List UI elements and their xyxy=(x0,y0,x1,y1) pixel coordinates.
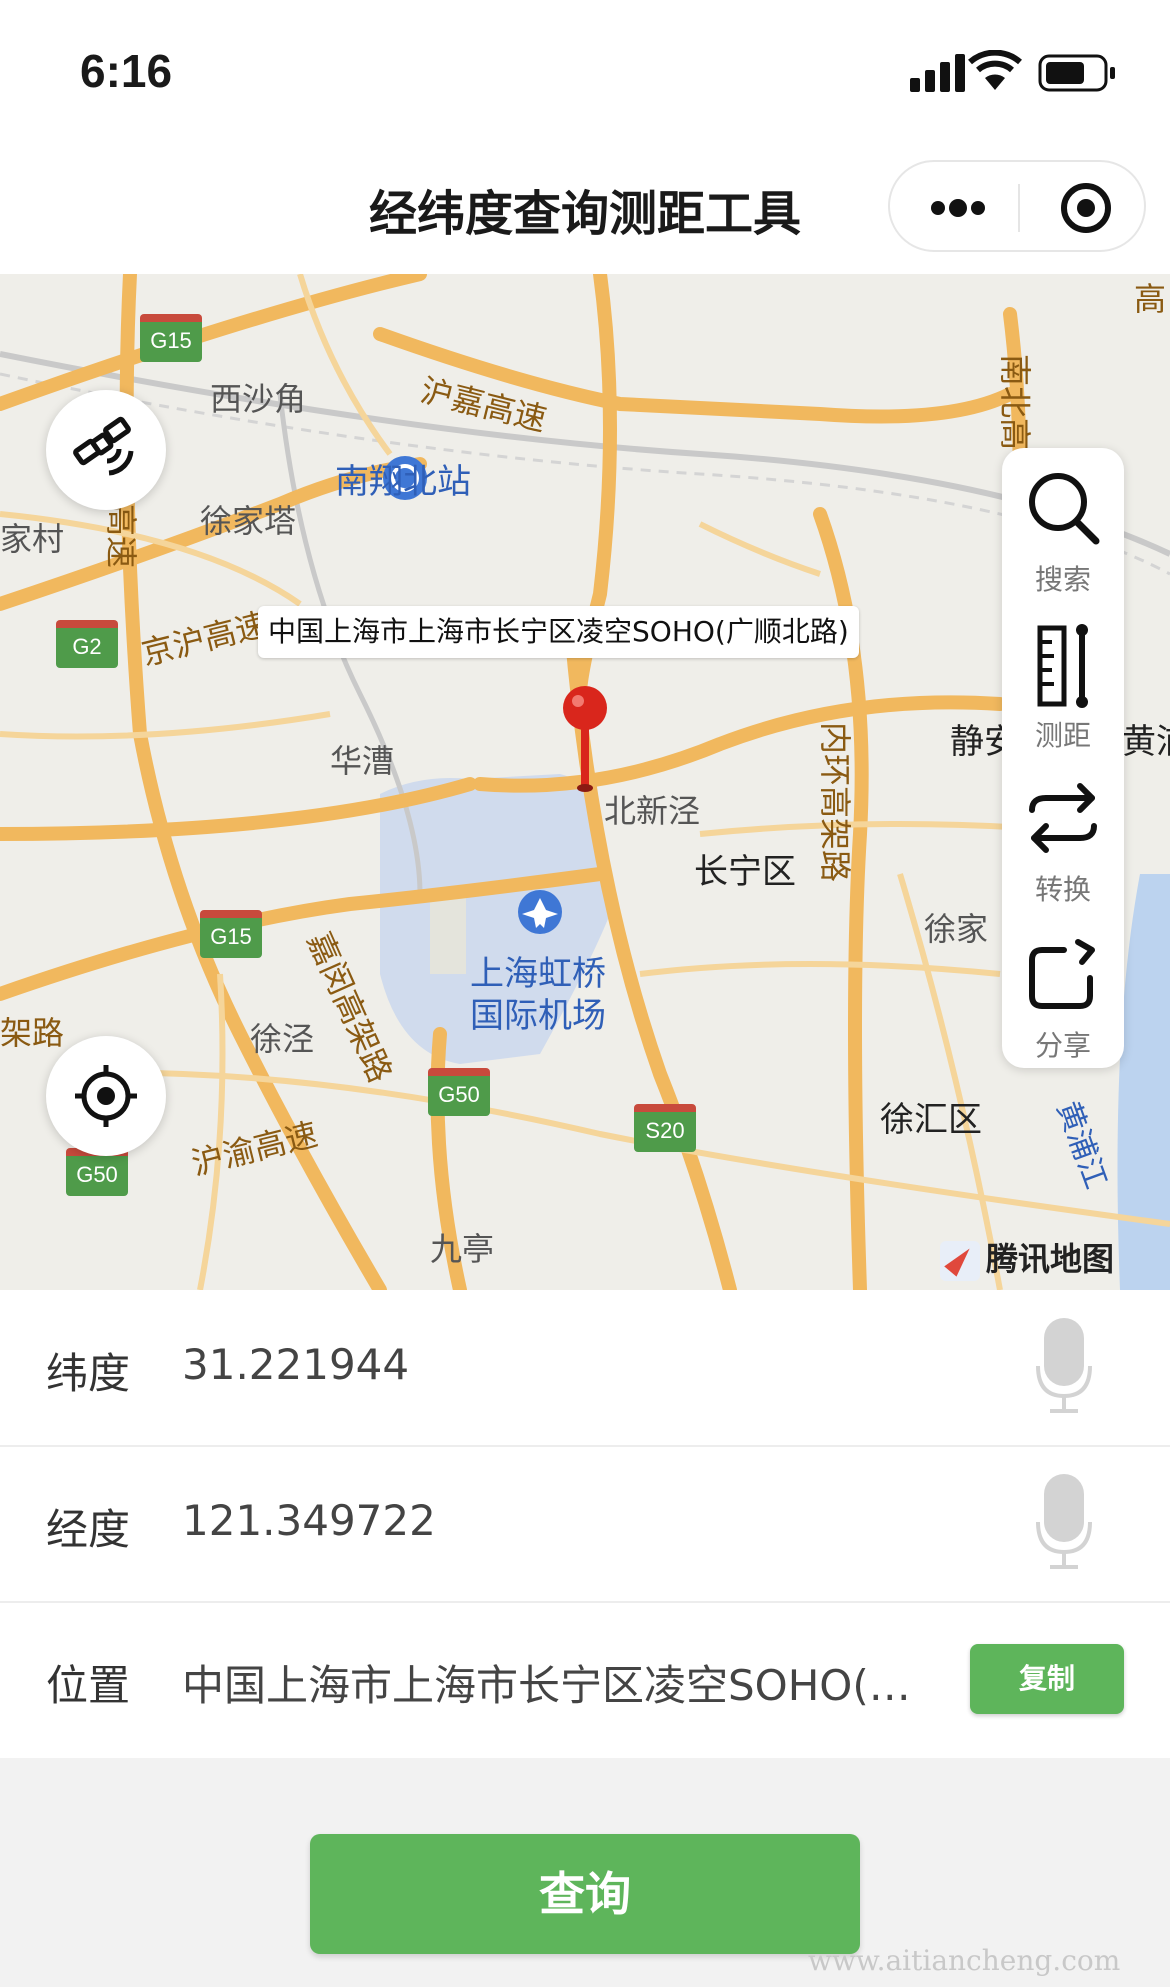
microphone-icon[interactable] xyxy=(1036,1474,1092,1570)
road-label: 高 xyxy=(1134,280,1167,318)
road-label: 南北高 xyxy=(996,354,1034,451)
map-label: 徐家塔 xyxy=(200,502,297,540)
highway-shield: G50 xyxy=(428,1068,490,1116)
latitude-row: 纬度 31.221944 xyxy=(0,1290,1170,1447)
share-tool[interactable]: 分享 xyxy=(1002,924,1124,1074)
map-provider-label: 腾讯地图 xyxy=(986,1240,1115,1278)
highway-shield: G15 xyxy=(140,314,202,362)
location-pin-icon[interactable] xyxy=(558,684,612,794)
map-label: 九亭 xyxy=(430,1230,495,1268)
watermark: www.aitiancheng.com xyxy=(808,1944,1121,1977)
microphone-icon[interactable] xyxy=(1036,1318,1092,1414)
latitude-input[interactable]: 31.221944 xyxy=(182,1340,922,1389)
map-label: 长宁区 xyxy=(694,852,796,892)
map-label: 家村 xyxy=(0,520,65,558)
status-bar: 6:16 xyxy=(0,0,1170,140)
highway-shield: S20 xyxy=(634,1104,696,1152)
measure-tool[interactable]: 测距 xyxy=(1002,614,1124,764)
copy-button[interactable]: 复制 xyxy=(970,1644,1124,1714)
map-label: 黄浦 xyxy=(1122,722,1170,762)
crosshair-icon xyxy=(75,1065,137,1127)
map-label: 南翔北站 xyxy=(335,462,471,502)
swap-arrows-icon xyxy=(1029,783,1097,853)
latitude-label: 纬度 xyxy=(46,1349,131,1398)
satellite-icon xyxy=(73,416,134,476)
location-row: 位置 中国上海市上海市长宁区凌空SOHO(广顺北路) 复制 xyxy=(0,1602,1170,1757)
location-value: 中国上海市上海市长宁区凌空SOHO(广顺北路) xyxy=(182,1661,922,1710)
search-icon xyxy=(1029,473,1100,545)
highway-shield: G2 xyxy=(56,620,118,668)
search-tool[interactable]: 搜索 xyxy=(1002,458,1124,608)
close-target-icon[interactable] xyxy=(1058,180,1114,236)
mini-program-capsule xyxy=(888,160,1146,252)
status-time: 6:16 xyxy=(80,45,173,97)
map-label: 徐泾 xyxy=(250,1020,315,1058)
capsule-divider xyxy=(1018,184,1020,232)
measure-tool-label: 测距 xyxy=(1034,719,1091,752)
map-label: 西沙角 xyxy=(210,380,307,418)
highway-shield: G15 xyxy=(200,910,262,958)
road-label: 架路 xyxy=(0,1014,65,1052)
longitude-label: 经度 xyxy=(46,1505,131,1554)
more-icon[interactable] xyxy=(928,188,988,228)
map-label: 徐汇区 xyxy=(880,1100,982,1140)
longitude-input[interactable]: 121.349722 xyxy=(182,1496,922,1545)
query-button[interactable]: 查询 xyxy=(310,1834,860,1954)
share-icon xyxy=(1029,939,1095,1009)
status-icons xyxy=(910,50,1115,92)
map-label: 国际机场 xyxy=(470,996,606,1036)
coordinate-form: 纬度 31.221944 经度 121.349722 位置 中国上海市上海市长宁… xyxy=(0,1290,1170,1758)
map-label: 华漕 xyxy=(330,742,395,780)
ruler-icon xyxy=(1037,624,1088,708)
locate-me-button[interactable] xyxy=(46,1036,166,1156)
road-label: 内环高架路 xyxy=(816,722,854,883)
map-label: 北新泾 xyxy=(604,792,701,830)
share-tool-label: 分享 xyxy=(1034,1029,1091,1062)
location-callout: 中国上海市上海市长宁区凌空SOHO(广顺北路) xyxy=(258,606,859,658)
location-label: 位置 xyxy=(46,1661,131,1710)
compass-icon xyxy=(940,1241,980,1281)
longitude-row: 经度 121.349722 xyxy=(0,1446,1170,1603)
convert-tool-label: 转换 xyxy=(1034,873,1091,906)
nav-bar: 经纬度查询测距工具 xyxy=(0,140,1170,274)
map-label: 徐家 xyxy=(924,910,989,948)
satellite-toggle-button[interactable] xyxy=(46,390,166,510)
search-tool-label: 搜索 xyxy=(1034,563,1091,596)
map-toolbar: 搜索 测距 转换 分享 xyxy=(1002,448,1124,1068)
tencent-map-logo: 腾讯地图 xyxy=(940,1234,1114,1281)
road-label: 高速 xyxy=(102,504,140,569)
map-view[interactable]: 西沙角 徐家塔 南翔北站 华漕 北新泾 长宁区 上海虹桥 国际机场 徐泾 九亭 … xyxy=(0,274,1170,1290)
convert-tool[interactable]: 转换 xyxy=(1002,768,1124,918)
